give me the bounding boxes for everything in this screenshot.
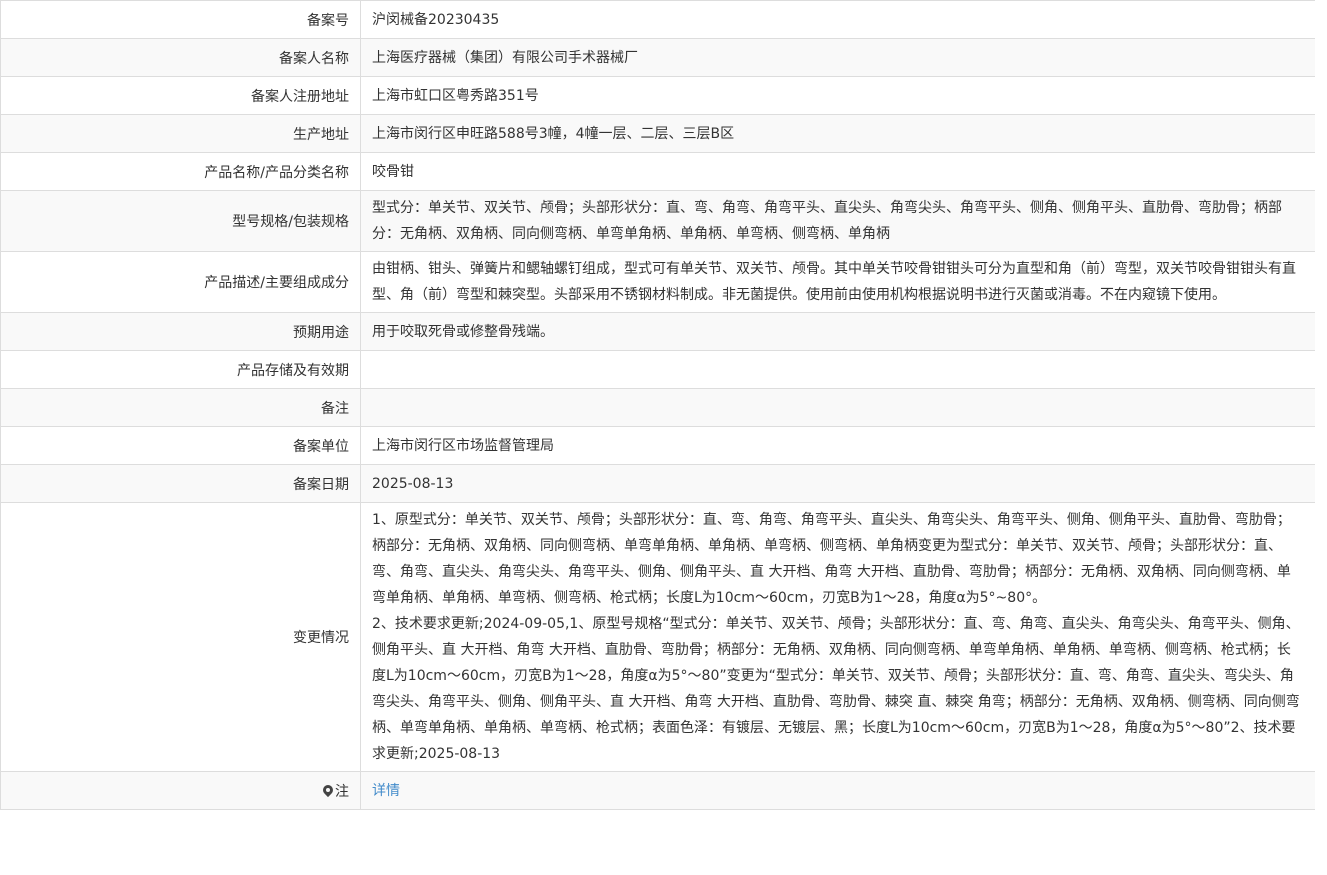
row-remarks: 备注 bbox=[0, 388, 1315, 427]
row-value: 咬骨钳 bbox=[360, 152, 1315, 191]
row-label: 备案日期 bbox=[0, 464, 361, 503]
record-detail-table: 备案号 沪闵械备20230435 备案人名称 上海医疗器械（集团）有限公司手术器… bbox=[0, 0, 1315, 810]
row-label: 变更情况 bbox=[0, 502, 361, 772]
row-value: 上海市闵行区市场监督管理局 bbox=[360, 426, 1315, 465]
row-label: 型号规格/包装规格 bbox=[0, 190, 361, 252]
row-product-name: 产品名称/产品分类名称 咬骨钳 bbox=[0, 152, 1315, 191]
note-label: 注 bbox=[335, 783, 349, 800]
row-label: 注 bbox=[0, 771, 361, 810]
row-label: 备注 bbox=[0, 388, 361, 427]
row-intended-use: 预期用途 用于咬取死骨或修整骨残端。 bbox=[0, 312, 1315, 351]
row-label: 产品描述/主要组成成分 bbox=[0, 251, 361, 313]
row-value: 上海医疗器械（集团）有限公司手术器械厂 bbox=[360, 38, 1315, 77]
row-filing-unit: 备案单位 上海市闵行区市场监督管理局 bbox=[0, 426, 1315, 465]
row-label: 产品名称/产品分类名称 bbox=[0, 152, 361, 191]
row-filing-date: 备案日期 2025-08-13 bbox=[0, 464, 1315, 503]
row-value bbox=[360, 350, 1315, 389]
row-label: 备案人注册地址 bbox=[0, 76, 361, 115]
row-product-description: 产品描述/主要组成成分 由钳柄、钳头、弹簧片和鳃轴螺钉组成，型式可有单关节、双关… bbox=[0, 251, 1315, 313]
row-label: 备案人名称 bbox=[0, 38, 361, 77]
row-value: 上海市虹口区粤秀路351号 bbox=[360, 76, 1315, 115]
row-model-spec: 型号规格/包装规格 型式分：单关节、双关节、颅骨；头部形状分：直、弯、角弯、角弯… bbox=[0, 190, 1315, 252]
row-value: 2025-08-13 bbox=[360, 464, 1315, 503]
row-note: 注 详情 bbox=[0, 771, 1315, 810]
row-storage-validity: 产品存储及有效期 bbox=[0, 350, 1315, 389]
row-value: 沪闵械备20230435 bbox=[360, 0, 1315, 39]
map-marker-icon bbox=[323, 785, 333, 797]
row-value: 详情 bbox=[360, 771, 1315, 810]
row-value: 上海市闵行区申旺路588号3幢，4幢一层、二层、三层B区 bbox=[360, 114, 1315, 153]
row-label: 生产地址 bbox=[0, 114, 361, 153]
row-value: 1、原型式分：单关节、双关节、颅骨；头部形状分：直、弯、角弯、角弯平头、直尖头、… bbox=[360, 502, 1315, 772]
row-record-number: 备案号 沪闵械备20230435 bbox=[0, 0, 1315, 39]
details-link[interactable]: 详情 bbox=[372, 783, 400, 799]
row-registrant-name: 备案人名称 上海医疗器械（集团）有限公司手术器械厂 bbox=[0, 38, 1315, 77]
row-value: 型式分：单关节、双关节、颅骨；头部形状分：直、弯、角弯、角弯平头、直尖头、角弯尖… bbox=[360, 190, 1315, 252]
row-label: 预期用途 bbox=[0, 312, 361, 351]
row-value: 由钳柄、钳头、弹簧片和鳃轴螺钉组成，型式可有单关节、双关节、颅骨。其中单关节咬骨… bbox=[360, 251, 1315, 313]
record-detail-panel: 备案号 沪闵械备20230435 备案人名称 上海医疗器械（集团）有限公司手术器… bbox=[0, 0, 1315, 875]
row-registrant-address: 备案人注册地址 上海市虹口区粤秀路351号 bbox=[0, 76, 1315, 115]
right-margin bbox=[1315, 0, 1327, 875]
row-value: 用于咬取死骨或修整骨残端。 bbox=[360, 312, 1315, 351]
row-change-history: 变更情况 1、原型式分：单关节、双关节、颅骨；头部形状分：直、弯、角弯、角弯平头… bbox=[0, 502, 1315, 772]
row-production-address: 生产地址 上海市闵行区申旺路588号3幢，4幢一层、二层、三层B区 bbox=[0, 114, 1315, 153]
row-label: 备案单位 bbox=[0, 426, 361, 465]
row-label: 产品存储及有效期 bbox=[0, 350, 361, 389]
row-value bbox=[360, 388, 1315, 427]
row-label: 备案号 bbox=[0, 0, 361, 39]
